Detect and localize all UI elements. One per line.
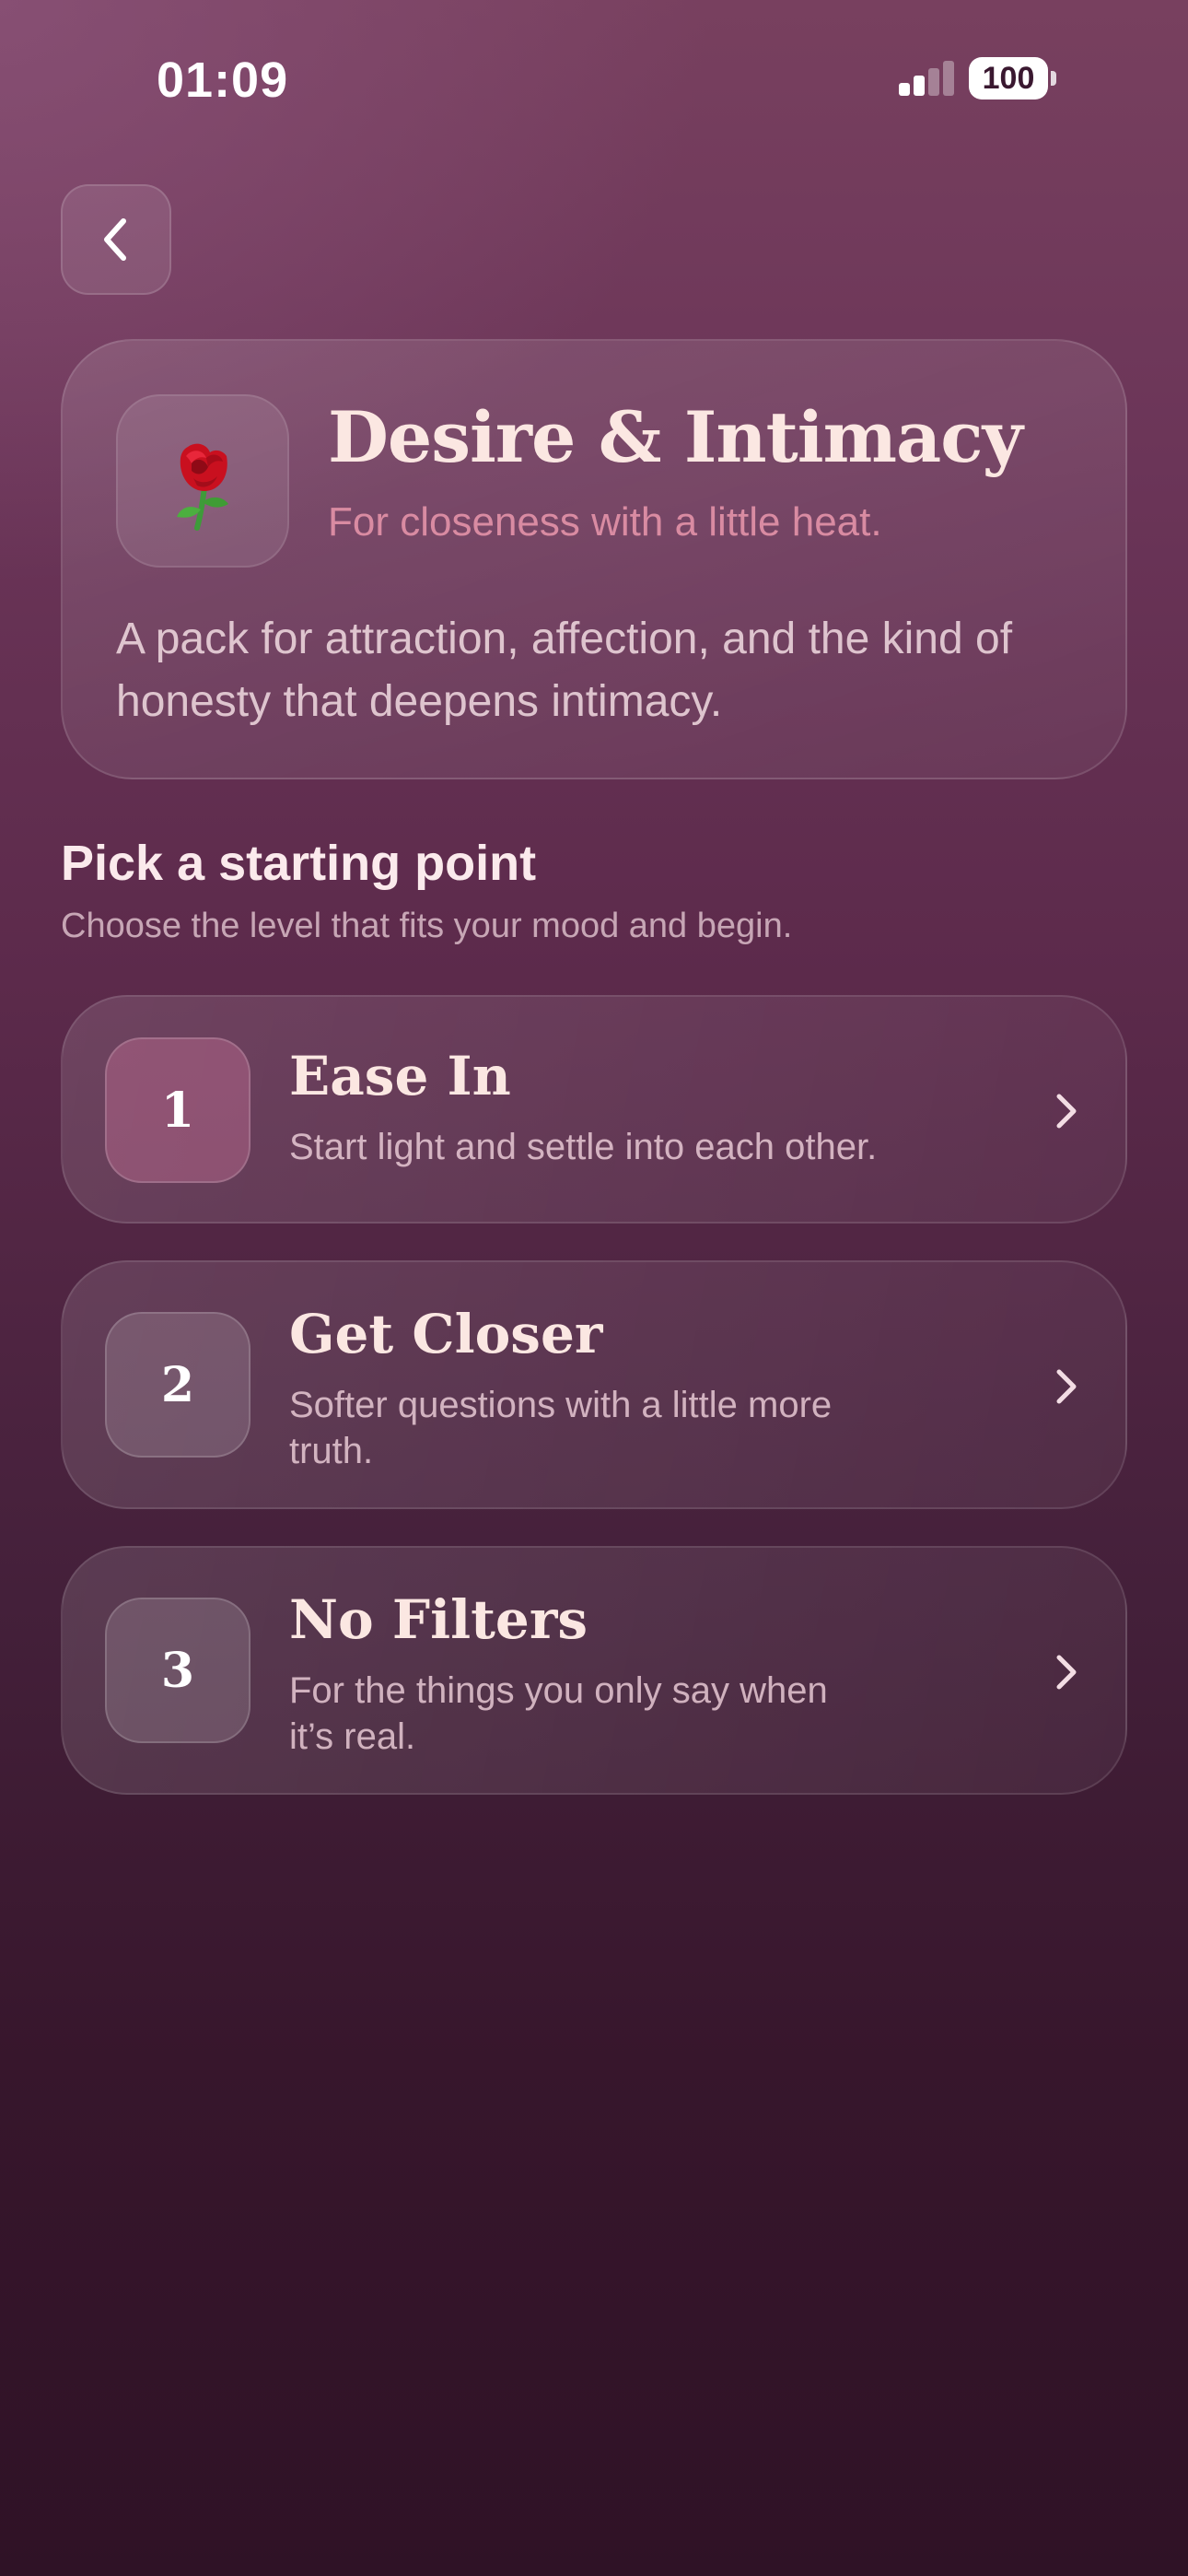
level-card-ease-in[interactable]: 1 Ease In Start light and settle into ea… xyxy=(61,995,1127,1224)
level-description: For the things you only say when it’s re… xyxy=(289,1670,828,1757)
level-description: Start light and settle into each other. xyxy=(289,1127,878,1167)
level-number-badge: 2 xyxy=(105,1312,250,1458)
chevron-right-icon xyxy=(1046,1652,1087,1692)
status-icons: 100 xyxy=(899,57,1056,100)
pack-title: Desire & Intimacy xyxy=(328,396,1023,478)
battery-icon: 100 xyxy=(969,57,1056,100)
chevron-right-icon xyxy=(1046,1366,1087,1407)
level-card-no-filters[interactable]: 3 No Filters For the things you only say… xyxy=(61,1546,1127,1795)
back-button[interactable] xyxy=(61,184,171,295)
battery-level: 100 xyxy=(982,60,1035,96)
level-title: No Filters xyxy=(289,1588,588,1651)
pack-icon-tile xyxy=(116,394,289,568)
pack-header-card: Desire & Intimacy For closeness with a l… xyxy=(61,339,1127,779)
section-subtitle: Choose the level that fits your mood and… xyxy=(61,907,793,945)
level-number-badge: 3 xyxy=(105,1598,250,1743)
level-title: Get Closer xyxy=(289,1303,603,1365)
pack-description: A pack for attraction, affection, and th… xyxy=(116,615,1013,726)
rose-icon xyxy=(177,443,228,531)
section-title: Pick a starting point xyxy=(61,836,537,891)
level-title: Ease In xyxy=(289,1045,511,1107)
chevron-left-icon xyxy=(104,218,126,261)
level-card-get-closer[interactable]: 2 Get Closer Softer questions with a lit… xyxy=(61,1260,1127,1509)
cellular-signal-icon xyxy=(899,61,954,96)
level-number-badge: 1 xyxy=(105,1037,250,1183)
status-time: 01:09 xyxy=(157,53,289,108)
pack-subtitle: For closeness with a little heat. xyxy=(328,499,882,544)
level-description: Softer questions with a little more trut… xyxy=(289,1385,833,1471)
chevron-right-icon xyxy=(1046,1091,1087,1131)
